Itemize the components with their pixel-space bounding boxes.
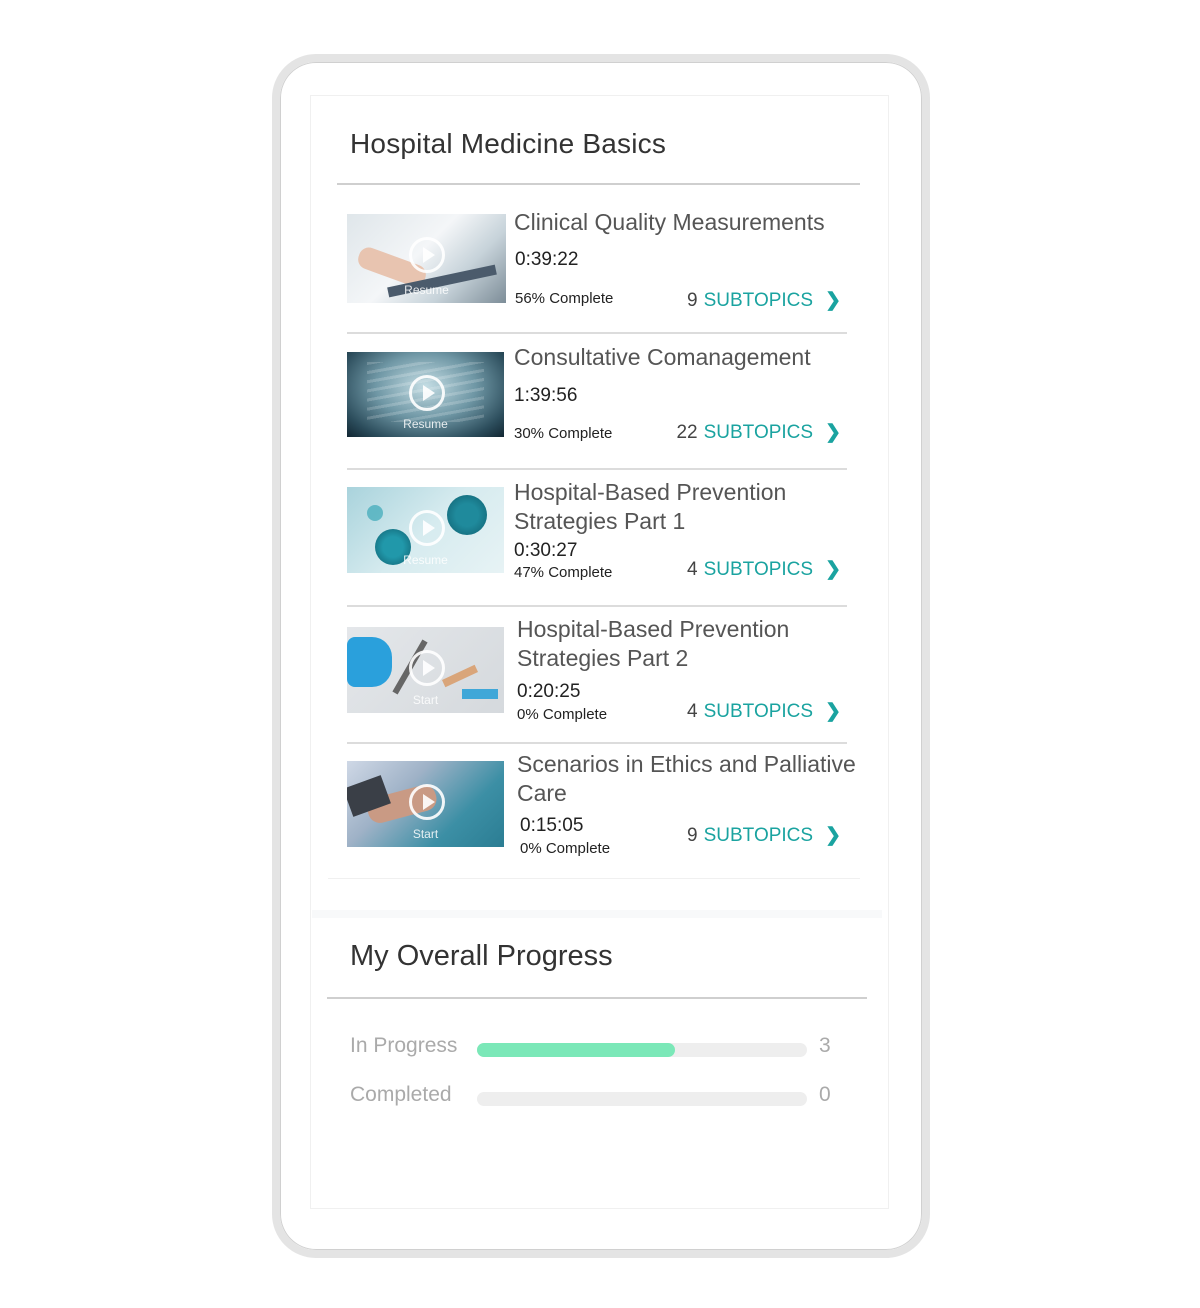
course-item[interactable]: Resume Clinical Quality Measurements 0:3… bbox=[347, 209, 847, 313]
section-separator bbox=[312, 910, 882, 918]
chevron-right-icon: ❯ bbox=[825, 290, 841, 311]
chevron-right-icon: ❯ bbox=[825, 701, 841, 722]
subtopic-count: 9 bbox=[687, 290, 698, 311]
thumb-action-label: Resume bbox=[404, 283, 449, 297]
progress-row-in-progress: In Progress 3 bbox=[350, 1034, 840, 1064]
progress-bar bbox=[477, 1043, 807, 1057]
divider bbox=[337, 183, 860, 185]
course-duration: 0:30:27 bbox=[514, 540, 578, 561]
subtopics-link[interactable]: 4 SUBTOPICS ❯ bbox=[687, 700, 841, 723]
play-icon bbox=[409, 510, 445, 546]
medical-supplies-image bbox=[347, 637, 392, 687]
course-title[interactable]: Consultative Comanagement bbox=[514, 343, 854, 372]
subtopics-link[interactable]: 22 SUBTOPICS ❯ bbox=[676, 421, 841, 444]
course-thumbnail[interactable]: Start bbox=[347, 627, 504, 713]
divider bbox=[328, 878, 860, 879]
progress-value: 3 bbox=[819, 1034, 831, 1057]
progress-label: In Progress bbox=[350, 1034, 458, 1057]
course-duration: 0:20:25 bbox=[517, 681, 581, 702]
course-title[interactable]: Hospital-Based Prevention Strategies Par… bbox=[514, 478, 854, 536]
chevron-right-icon: ❯ bbox=[825, 559, 841, 580]
subtopic-count: 4 bbox=[687, 701, 698, 722]
subtopics-link[interactable]: 9 SUBTOPICS ❯ bbox=[687, 824, 841, 847]
virus-image bbox=[447, 495, 487, 535]
thumb-action-label: Start bbox=[412, 693, 439, 707]
course-title[interactable]: Hospital-Based Prevention Strategies Par… bbox=[517, 615, 857, 673]
subtopic-count: 22 bbox=[676, 422, 698, 443]
subtopics-label: SUBTOPICS bbox=[703, 825, 814, 846]
subtopic-count: 9 bbox=[687, 825, 698, 846]
course-percent: 0% Complete bbox=[517, 706, 608, 723]
subtopics-link[interactable]: 9 SUBTOPICS ❯ bbox=[687, 289, 841, 312]
play-icon bbox=[409, 784, 445, 820]
divider bbox=[347, 468, 847, 470]
course-thumbnail[interactable]: Resume bbox=[347, 487, 504, 573]
course-duration: 0:39:22 bbox=[515, 249, 579, 270]
course-item[interactable]: Start Scenarios in Ethics and Palliative… bbox=[347, 751, 856, 861]
chevron-right-icon: ❯ bbox=[825, 422, 841, 443]
course-item[interactable]: Start Hospital-Based Prevention Strategi… bbox=[347, 616, 847, 723]
chevron-right-icon: ❯ bbox=[825, 825, 841, 846]
thumb-action-label: Resume bbox=[403, 417, 448, 431]
course-percent: 0% Complete bbox=[520, 840, 611, 857]
divider bbox=[347, 605, 847, 607]
course-title[interactable]: Clinical Quality Measurements bbox=[514, 208, 854, 237]
virus-shape bbox=[367, 505, 383, 521]
progress-bar bbox=[477, 1092, 807, 1106]
progress-title: My Overall Progress bbox=[350, 940, 613, 972]
progress-label: Completed bbox=[350, 1083, 452, 1106]
subtopics-label: SUBTOPICS bbox=[703, 701, 814, 722]
divider bbox=[327, 997, 867, 999]
course-duration: 1:39:56 bbox=[514, 385, 578, 406]
course-thumbnail[interactable]: Resume bbox=[347, 352, 504, 437]
play-icon bbox=[409, 237, 445, 273]
progress-row-completed: Completed 0 bbox=[350, 1083, 840, 1113]
thumb-action-label: Start bbox=[412, 827, 439, 841]
subtopic-count: 4 bbox=[687, 559, 698, 580]
course-percent: 30% Complete bbox=[514, 425, 613, 442]
play-icon bbox=[409, 650, 445, 686]
subtopics-label: SUBTOPICS bbox=[703, 559, 814, 580]
course-item[interactable]: Resume Consultative Comanagement 1:39:56… bbox=[347, 344, 847, 443]
divider bbox=[347, 332, 847, 334]
subtopics-label: SUBTOPICS bbox=[703, 422, 814, 443]
course-thumbnail[interactable]: Start bbox=[347, 761, 504, 847]
section-title: Hospital Medicine Basics bbox=[350, 128, 667, 159]
course-percent: 47% Complete bbox=[514, 564, 613, 581]
subtopics-link[interactable]: 4 SUBTOPICS ❯ bbox=[687, 558, 841, 581]
play-icon bbox=[409, 375, 445, 411]
divider bbox=[347, 742, 847, 744]
course-duration: 0:15:05 bbox=[520, 815, 584, 836]
bandage-shape bbox=[441, 664, 479, 688]
course-percent: 56% Complete bbox=[515, 290, 614, 307]
course-item[interactable]: Resume Hospital-Based Prevention Strateg… bbox=[347, 479, 847, 581]
subtopics-label: SUBTOPICS bbox=[703, 290, 814, 311]
progress-bar-fill bbox=[477, 1043, 675, 1057]
course-thumbnail[interactable]: Resume bbox=[347, 214, 506, 303]
thumb-action-label: Resume bbox=[403, 553, 448, 567]
progress-value: 0 bbox=[819, 1083, 831, 1106]
course-title[interactable]: Scenarios in Ethics and Palliative Care bbox=[517, 750, 857, 808]
